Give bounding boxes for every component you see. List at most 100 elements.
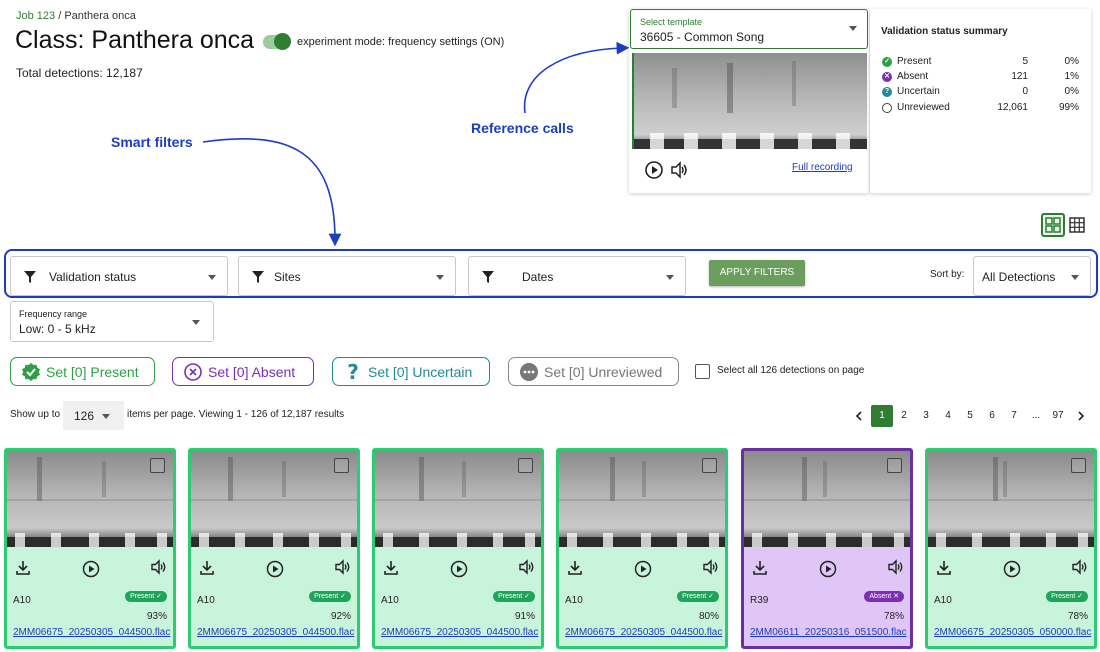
sort-select[interactable]: All Detections: [973, 256, 1091, 296]
sort-label: Sort by:: [930, 269, 965, 280]
card-checkbox[interactable]: [150, 458, 165, 473]
question-icon: ?: [882, 87, 892, 97]
file-name-link[interactable]: 2MM06675_20250305_044500.flac: [13, 627, 170, 638]
download-icon[interactable]: [14, 559, 32, 577]
spectrogram-image: [375, 451, 541, 547]
volume-icon[interactable]: [669, 160, 689, 180]
items-per-page-select[interactable]: 126: [63, 401, 124, 430]
set-absent-button[interactable]: Set [0] Absent: [172, 357, 314, 386]
spectrogram-image: [928, 451, 1094, 547]
card-checkbox[interactable]: [334, 458, 349, 473]
detection-card[interactable]: A10 Present ✓ 91% 2MM06675_20250305_0445…: [372, 448, 544, 649]
validation-status-filter[interactable]: Validation status: [10, 256, 228, 296]
volume-icon[interactable]: [702, 558, 720, 576]
spectrogram-image: [7, 451, 173, 547]
play-icon[interactable]: [82, 560, 100, 578]
page-button[interactable]: 5: [959, 405, 981, 427]
card-footer: A10 Present ✓ 92% 2MM06675_20250305_0445…: [191, 547, 357, 646]
sites-filter[interactable]: Sites: [238, 256, 456, 296]
question-icon: ?: [347, 362, 359, 382]
detection-card[interactable]: A10 Present ✓ 78% 2MM06675_20250305_0500…: [925, 448, 1097, 649]
summary-row-present: ✓ Present 5 0%: [882, 56, 1082, 70]
download-icon[interactable]: [935, 559, 953, 577]
set-present-button[interactable]: Set [0] Present: [10, 357, 155, 386]
summary-row-uncertain: ? Uncertain 0 0%: [882, 86, 1082, 100]
file-name-link[interactable]: 2MM06675_20250305_044500.flac: [565, 627, 722, 638]
page-button[interactable]: 2: [893, 405, 915, 427]
page-button[interactable]: 4: [937, 405, 959, 427]
file-name-link[interactable]: 2MM06675_20250305_044500.flac: [381, 627, 538, 638]
validation-summary-panel: Validation status summary ✓ Present 5 0%…: [870, 9, 1091, 193]
check-icon: ✓: [882, 57, 892, 67]
play-icon[interactable]: [819, 560, 837, 578]
download-icon[interactable]: [566, 559, 584, 577]
confidence-score: 91%: [514, 611, 535, 622]
reference-call-panel: Select template 36605 - Common Song Full…: [629, 9, 869, 193]
chevron-left-icon[interactable]: [853, 410, 865, 422]
set-unreviewed-button[interactable]: Set [0] Unreviewed: [508, 357, 679, 386]
funnel-icon: [482, 271, 494, 283]
download-icon[interactable]: [382, 559, 400, 577]
full-recording-link[interactable]: Full recording: [792, 162, 853, 173]
small-grid-view-icon[interactable]: [1066, 213, 1088, 237]
smart-filters-arrow: [202, 138, 342, 247]
card-checkbox[interactable]: [702, 458, 717, 473]
download-icon[interactable]: [198, 559, 216, 577]
template-select-label: Select template: [640, 17, 703, 27]
file-name-link[interactable]: 2MM06611_20250316_051500.flac: [750, 627, 907, 638]
dates-filter[interactable]: Dates: [468, 256, 686, 296]
detection-card[interactable]: A10 Present ✓ 92% 2MM06675_20250305_0445…: [188, 448, 360, 649]
status-badge: Present ✓: [125, 591, 167, 602]
card-footer: A10 Present ✓ 93% 2MM06675_20250305_0445…: [7, 547, 173, 646]
pagination: 1 2 3 4 5 6 7 ... 97: [848, 405, 1096, 427]
volume-icon[interactable]: [150, 558, 168, 576]
chevron-down-icon: [1071, 275, 1079, 280]
frequency-range-select[interactable]: Frequency range Low: 0 - 5 kHz: [10, 301, 214, 342]
volume-icon[interactable]: [1071, 558, 1089, 576]
page-button[interactable]: 7: [1003, 405, 1025, 427]
chevron-down-icon: [436, 275, 444, 280]
site-label: A10: [381, 595, 399, 606]
card-footer: A10 Present ✓ 80% 2MM06675_20250305_0445…: [559, 547, 725, 646]
play-icon[interactable]: [266, 560, 284, 578]
large-grid-view-icon[interactable]: [1041, 213, 1065, 237]
smart-filters-bar: Validation status Sites Dates APPLY FILT…: [4, 249, 1098, 298]
confidence-score: 78%: [883, 611, 904, 622]
file-name-link[interactable]: 2MM06675_20250305_050000.flac: [934, 627, 1091, 638]
detection-card[interactable]: A10 Present ✓ 80% 2MM06675_20250305_0445…: [556, 448, 728, 649]
detection-card[interactable]: A10 Present ✓ 93% 2MM06675_20250305_0445…: [4, 448, 176, 649]
chevron-right-icon[interactable]: [1075, 410, 1087, 422]
set-uncertain-button[interactable]: ? Set [0] Uncertain: [332, 357, 490, 386]
page-button[interactable]: 6: [981, 405, 1003, 427]
site-label: A10: [13, 595, 31, 606]
play-icon[interactable]: [450, 560, 468, 578]
spectrogram-image: [559, 451, 725, 547]
apply-filters-button[interactable]: APPLY FILTERS: [709, 260, 805, 286]
status-badge: Absent ✕: [864, 591, 904, 602]
template-select[interactable]: Select template 36605 - Common Song: [630, 9, 868, 49]
chevron-down-icon: [666, 275, 674, 280]
detection-card[interactable]: R39 Absent ✕ 78% 2MM06611_20250316_05150…: [741, 448, 913, 649]
play-icon[interactable]: [1003, 560, 1021, 578]
play-icon[interactable]: [634, 560, 652, 578]
card-checkbox[interactable]: [518, 458, 533, 473]
circle-icon: [882, 103, 892, 113]
file-name-link[interactable]: 2MM06675_20250305_044500.flac: [197, 627, 354, 638]
download-icon[interactable]: [751, 559, 769, 577]
svg-text:?: ?: [347, 362, 359, 382]
volume-icon[interactable]: [518, 558, 536, 576]
page-button[interactable]: 1: [871, 405, 893, 427]
page-button[interactable]: 3: [915, 405, 937, 427]
site-label: A10: [565, 595, 583, 606]
frequency-range-label: Frequency range: [19, 309, 88, 319]
volume-icon[interactable]: [887, 558, 905, 576]
chevron-down-icon: [192, 320, 200, 325]
page-button[interactable]: 97: [1047, 405, 1069, 427]
select-all-checkbox[interactable]: [695, 364, 710, 379]
select-all-label: Select all 126 detections on page: [717, 365, 865, 376]
volume-icon[interactable]: [334, 558, 352, 576]
play-icon[interactable]: [644, 160, 664, 180]
card-checkbox[interactable]: [887, 458, 902, 473]
status-badge: Present ✓: [309, 591, 351, 602]
card-checkbox[interactable]: [1071, 458, 1086, 473]
